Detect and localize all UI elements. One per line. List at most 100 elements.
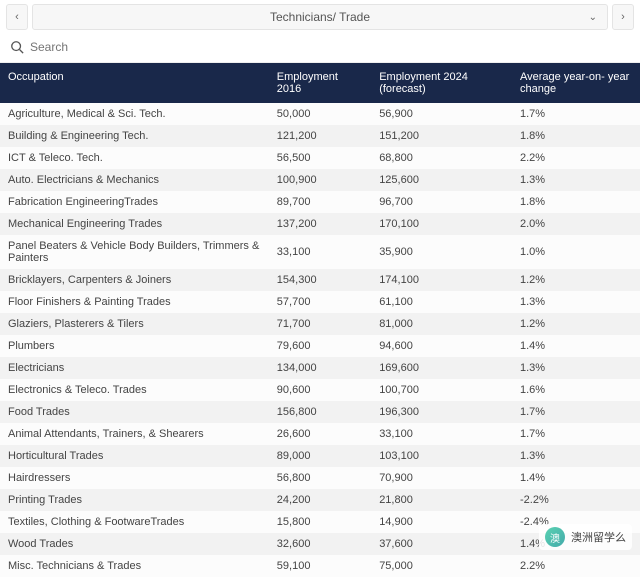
cell-emp2016: 134,000 bbox=[269, 357, 371, 379]
table-row[interactable]: Glaziers, Plasterers & Tilers71,70081,00… bbox=[0, 313, 640, 335]
cell-emp2024: 37,600 bbox=[371, 533, 512, 555]
table-row[interactable]: Building & Engineering Tech.121,200151,2… bbox=[0, 125, 640, 147]
table-row[interactable]: Horticultural Trades89,000103,1001.3% bbox=[0, 445, 640, 467]
cell-change: 1.7% bbox=[512, 103, 640, 125]
category-dropdown[interactable]: Technicians/ Trade ⌄ bbox=[32, 4, 608, 30]
chevron-right-icon: › bbox=[621, 11, 625, 23]
cell-emp2024: 33,100 bbox=[371, 423, 512, 445]
cell-emp2024: 174,100 bbox=[371, 269, 512, 291]
table-row[interactable]: Bricklayers, Carpenters & Joiners154,300… bbox=[0, 269, 640, 291]
cell-change: 1.2% bbox=[512, 313, 640, 335]
table-row[interactable]: Floor Finishers & Painting Trades57,7006… bbox=[0, 291, 640, 313]
next-button[interactable]: › bbox=[612, 4, 634, 30]
cell-occupation: Animal Attendants, Trainers, & Shearers bbox=[0, 423, 269, 445]
table-row[interactable]: Auto. Electricians & Mechanics100,900125… bbox=[0, 169, 640, 191]
cell-occupation: Wood Trades bbox=[0, 533, 269, 555]
cell-emp2016: 26,600 bbox=[269, 423, 371, 445]
cell-emp2024: 75,000 bbox=[371, 555, 512, 577]
watermark: 澳 澳洲留学么 bbox=[539, 524, 632, 550]
cell-change: 1.3% bbox=[512, 169, 640, 191]
cell-change: 1.7% bbox=[512, 423, 640, 445]
chevron-down-icon: ⌄ bbox=[589, 12, 597, 23]
table-row[interactable]: Printing Trades24,20021,800-2.2% bbox=[0, 489, 640, 511]
cell-occupation: Printing Trades bbox=[0, 489, 269, 511]
cell-emp2016: 137,200 bbox=[269, 213, 371, 235]
cell-occupation: Horticultural Trades bbox=[0, 445, 269, 467]
cell-change: 2.2% bbox=[512, 555, 640, 577]
cell-emp2016: 90,600 bbox=[269, 379, 371, 401]
table-row[interactable]: Animal Attendants, Trainers, & Shearers2… bbox=[0, 423, 640, 445]
prev-button[interactable]: ‹ bbox=[6, 4, 28, 30]
table-row[interactable]: Electronics & Teleco. Trades90,600100,70… bbox=[0, 379, 640, 401]
cell-emp2024: 14,900 bbox=[371, 511, 512, 533]
cell-emp2024: 100,700 bbox=[371, 379, 512, 401]
cell-emp2024: 56,900 bbox=[371, 103, 512, 125]
table-row[interactable]: ICT & Teleco. Tech.56,50068,8002.2% bbox=[0, 147, 640, 169]
occupation-table: Occupation Employment 2016 Employment 20… bbox=[0, 63, 640, 577]
cell-emp2016: 71,700 bbox=[269, 313, 371, 335]
watermark-text: 澳洲留学么 bbox=[571, 529, 626, 545]
chevron-left-icon: ‹ bbox=[15, 11, 19, 23]
dropdown-label: Technicians/ Trade bbox=[43, 10, 597, 24]
cell-emp2024: 70,900 bbox=[371, 467, 512, 489]
col-emp2016[interactable]: Employment 2016 bbox=[269, 63, 371, 103]
col-occupation[interactable]: Occupation bbox=[0, 63, 269, 103]
cell-emp2016: 24,200 bbox=[269, 489, 371, 511]
cell-occupation: Building & Engineering Tech. bbox=[0, 125, 269, 147]
cell-change: 1.8% bbox=[512, 125, 640, 147]
cell-emp2016: 59,100 bbox=[269, 555, 371, 577]
cell-emp2024: 61,100 bbox=[371, 291, 512, 313]
col-emp2024[interactable]: Employment 2024 (forecast) bbox=[371, 63, 512, 103]
cell-change: 1.2% bbox=[512, 269, 640, 291]
cell-emp2024: 35,900 bbox=[371, 235, 512, 269]
cell-emp2024: 125,600 bbox=[371, 169, 512, 191]
cell-change: -2.2% bbox=[512, 489, 640, 511]
cell-emp2016: 121,200 bbox=[269, 125, 371, 147]
table-row[interactable]: Mechanical Engineering Trades137,200170,… bbox=[0, 213, 640, 235]
cell-occupation: Electronics & Teleco. Trades bbox=[0, 379, 269, 401]
table-header-row: Occupation Employment 2016 Employment 20… bbox=[0, 63, 640, 103]
cell-occupation: Hairdressers bbox=[0, 467, 269, 489]
cell-emp2016: 32,600 bbox=[269, 533, 371, 555]
table-row[interactable]: Misc. Technicians & Trades59,10075,0002.… bbox=[0, 555, 640, 577]
cell-emp2016: 156,800 bbox=[269, 401, 371, 423]
cell-occupation: Fabrication EngineeringTrades bbox=[0, 191, 269, 213]
table-row[interactable]: Fabrication EngineeringTrades89,70096,70… bbox=[0, 191, 640, 213]
cell-occupation: Electricians bbox=[0, 357, 269, 379]
table-row[interactable]: Electricians134,000169,6001.3% bbox=[0, 357, 640, 379]
table-row[interactable]: Panel Beaters & Vehicle Body Builders, T… bbox=[0, 235, 640, 269]
search-icon bbox=[10, 40, 24, 54]
search-input[interactable] bbox=[30, 40, 630, 54]
cell-emp2024: 170,100 bbox=[371, 213, 512, 235]
cell-emp2016: 100,900 bbox=[269, 169, 371, 191]
table-row[interactable]: Food Trades156,800196,3001.7% bbox=[0, 401, 640, 423]
cell-occupation: Textiles, Clothing & FootwareTrades bbox=[0, 511, 269, 533]
search-bar[interactable] bbox=[0, 34, 640, 63]
cell-emp2024: 103,100 bbox=[371, 445, 512, 467]
cell-change: 2.2% bbox=[512, 147, 640, 169]
cell-occupation: Misc. Technicians & Trades bbox=[0, 555, 269, 577]
cell-change: 1.7% bbox=[512, 401, 640, 423]
cell-occupation: Plumbers bbox=[0, 335, 269, 357]
cell-occupation: Floor Finishers & Painting Trades bbox=[0, 291, 269, 313]
cell-emp2024: 81,000 bbox=[371, 313, 512, 335]
table-row[interactable]: Plumbers79,60094,6001.4% bbox=[0, 335, 640, 357]
cell-emp2016: 89,700 bbox=[269, 191, 371, 213]
cell-occupation: Panel Beaters & Vehicle Body Builders, T… bbox=[0, 235, 269, 269]
cell-emp2024: 94,600 bbox=[371, 335, 512, 357]
table-row[interactable]: Agriculture, Medical & Sci. Tech.50,0005… bbox=[0, 103, 640, 125]
cell-emp2016: 56,800 bbox=[269, 467, 371, 489]
cell-emp2016: 79,600 bbox=[269, 335, 371, 357]
cell-occupation: Mechanical Engineering Trades bbox=[0, 213, 269, 235]
cell-change: 1.4% bbox=[512, 335, 640, 357]
table-row[interactable]: Hairdressers56,80070,9001.4% bbox=[0, 467, 640, 489]
cell-occupation: Auto. Electricians & Mechanics bbox=[0, 169, 269, 191]
cell-emp2016: 57,700 bbox=[269, 291, 371, 313]
cell-emp2024: 169,600 bbox=[371, 357, 512, 379]
cell-change: 1.3% bbox=[512, 357, 640, 379]
cell-change: 1.3% bbox=[512, 291, 640, 313]
cell-change: 1.6% bbox=[512, 379, 640, 401]
cell-emp2024: 68,800 bbox=[371, 147, 512, 169]
cell-emp2016: 89,000 bbox=[269, 445, 371, 467]
col-change[interactable]: Average year-on- year change bbox=[512, 63, 640, 103]
